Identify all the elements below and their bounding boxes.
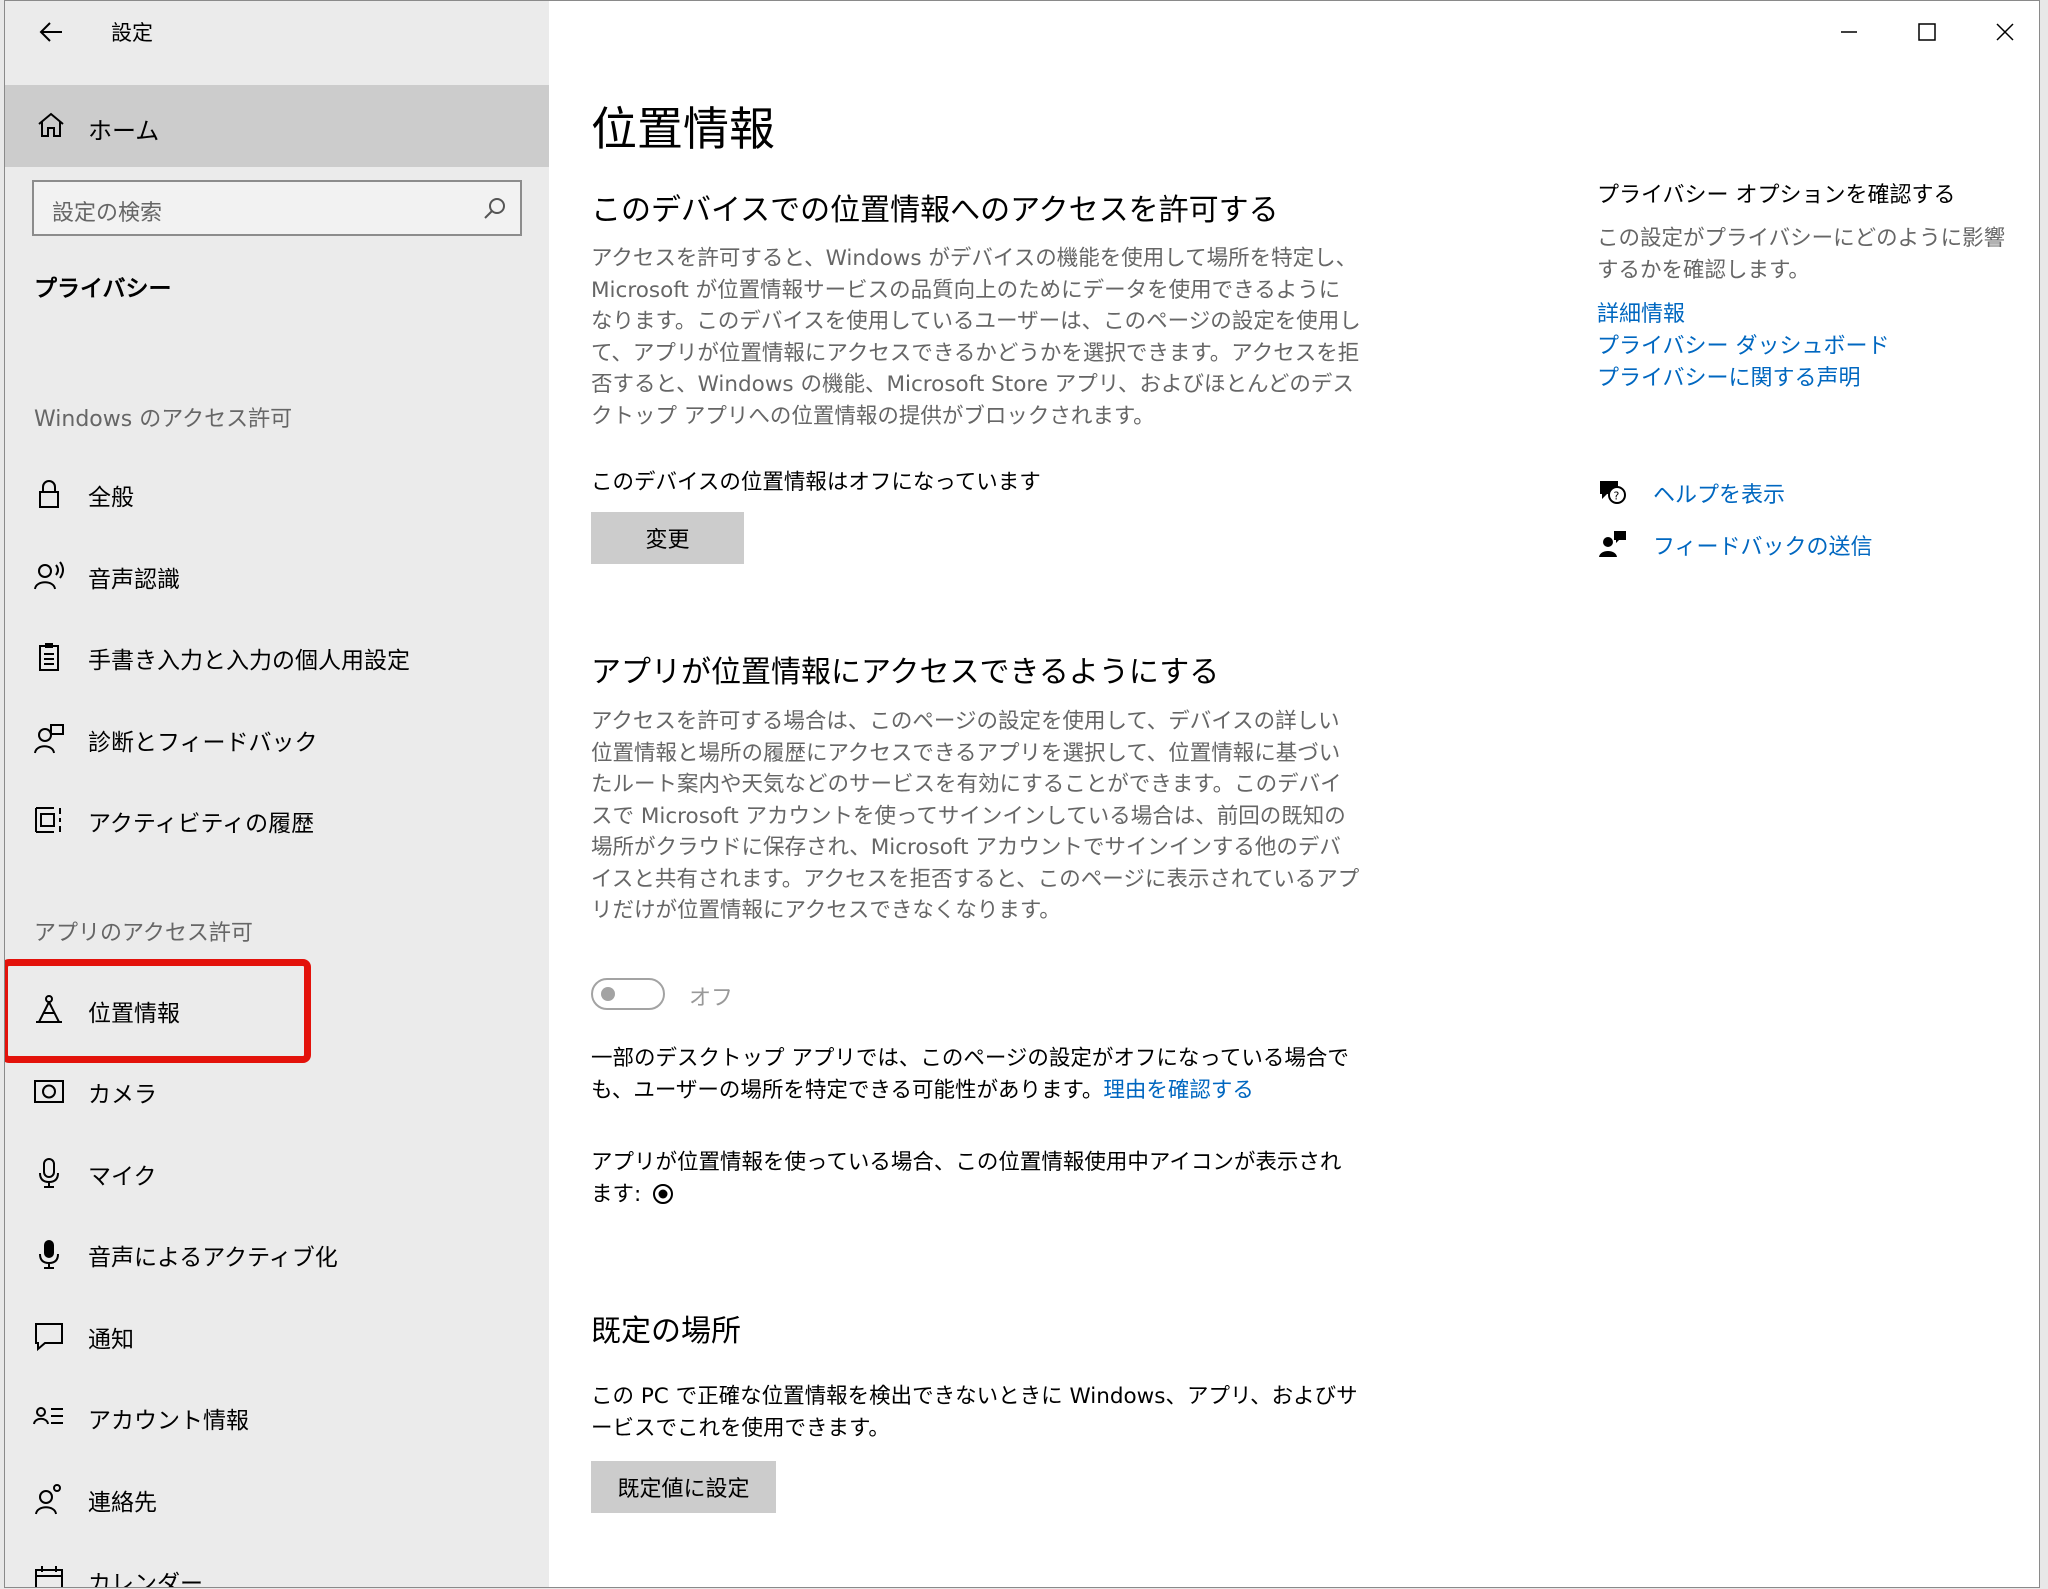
sidebar-item-general[interactable]: 全般 [5, 460, 549, 528]
set-default-button[interactable]: 既定値に設定 [591, 1461, 776, 1513]
device-access-description: アクセスを許可すると、Windows がデバイスの機能を使用して場所を特定し、M… [591, 246, 1361, 429]
more-info-link[interactable]: 詳細情報 [1597, 296, 1685, 328]
default-location-description: この PC で正確な位置情報を検出できないときに Windows、アプリ、および… [591, 1384, 1358, 1441]
sidebar-item-speech[interactable]: 音声認識 [5, 542, 549, 610]
page-title: 位置情報 [591, 102, 775, 156]
sidebar-item-label: 診断とフィードバック [88, 730, 318, 756]
help-chat-icon: ? [1600, 481, 1626, 504]
sidebar-item-label: 手書き入力と入力の個人用設定 [88, 648, 410, 674]
lock-icon [39, 480, 59, 508]
privacy-options-title: プライバシー オプションを確認する [1597, 183, 1956, 208]
calendar-icon [35, 1566, 63, 1587]
change-button[interactable]: 変更 [591, 512, 744, 564]
sidebar: 設定 ホーム 設定の検索 プライバシー Windows のアクセス許可 全般 音… [5, 1, 549, 1587]
device-location-status: このデバイスの位置情報はオフになっています [591, 470, 1041, 495]
toggle-knob [601, 987, 615, 1001]
location-icon-note: アプリが位置情報を使っている場合、この位置情報使用中アイコンが表示されます: [591, 1147, 1361, 1210]
sidebar-item-home[interactable]: ホーム [5, 85, 549, 167]
sidebar-item-inking[interactable]: 手書き入力と入力の個人用設定 [5, 623, 549, 691]
send-feedback-label: フィードバックの送信 [1653, 535, 1873, 560]
get-help-link[interactable]: ? ヘルプを表示 [1597, 475, 1997, 511]
sidebar-item-diagnostics[interactable]: 診断とフィードバック [5, 705, 549, 773]
sidebar-item-label: ホーム [88, 117, 160, 145]
group-label-windows: Windows のアクセス許可 [34, 407, 293, 432]
timeline-icon [35, 807, 61, 833]
privacy-options-description: この設定がプライバシーにどのように影響するかを確認します。 [1597, 226, 2006, 283]
sidebar-item-label: アクティビティの履歴 [88, 811, 315, 837]
search-placeholder: 設定の検索 [52, 201, 163, 226]
app-title: 設定 [111, 21, 153, 45]
sidebar-item-label: 全般 [88, 485, 134, 511]
sidebar-item-account-info[interactable]: アカウント情報 [5, 1383, 549, 1451]
section-title: プライバシー [34, 276, 172, 302]
location-icon-note-text: アプリが位置情報を使っている場合、この位置情報使用中アイコンが表示されます: [591, 1150, 1342, 1207]
app-location-toggle[interactable] [591, 978, 665, 1010]
back-arrow-icon [39, 22, 62, 42]
svg-text:?: ? [1614, 490, 1620, 503]
sidebar-item-label: カレンダー [88, 1571, 203, 1588]
sidebar-item-label: 音声によるアクティブ化 [88, 1245, 338, 1271]
default-location-heading: 既定の場所 [591, 1314, 741, 1349]
privacy-statement-link[interactable]: プライバシーに関する声明 [1597, 360, 1861, 392]
settings-window: 設定 ホーム 設定の検索 プライバシー Windows のアクセス許可 全般 音… [4, 0, 2040, 1588]
account-info-icon [33, 1407, 63, 1425]
get-help-label: ヘルプを表示 [1653, 483, 1786, 508]
sidebar-item-label: マイク [88, 1164, 157, 1190]
sidebar-item-label: 通知 [88, 1327, 134, 1353]
app-access-heading: アプリが位置情報にアクセスできるようにする [591, 655, 1220, 690]
learn-why-link[interactable]: 理由を確認する [1103, 1078, 1254, 1103]
home-icon [38, 112, 64, 137]
sidebar-item-label: 音声認識 [88, 567, 180, 593]
sidebar-item-activity-history[interactable]: アクティビティの履歴 [5, 786, 549, 854]
back-button[interactable] [31, 15, 71, 49]
sidebar-item-label: カメラ [88, 1082, 157, 1108]
contacts-icon [35, 1484, 61, 1515]
microphone-icon [39, 1158, 59, 1188]
camera-icon [34, 1080, 64, 1103]
sidebar-item-camera[interactable]: カメラ [5, 1057, 549, 1125]
clipboard-icon [39, 643, 59, 671]
voice-activation-icon [39, 1240, 59, 1269]
notification-icon [35, 1323, 63, 1352]
send-feedback-link[interactable]: フィードバックの送信 [1597, 527, 1997, 563]
sidebar-item-notifications[interactable]: 通知 [5, 1302, 549, 1370]
toggle-state-label: オフ [689, 986, 734, 1011]
app-access-description: アクセスを許可する場合は、このページの設定を使用して、デバイスの詳しい位置情報と… [591, 709, 1360, 923]
feedback-person-icon [34, 724, 64, 754]
sidebar-item-microphone[interactable]: マイク [5, 1139, 549, 1207]
sidebar-item-contacts[interactable]: 連絡先 [5, 1465, 549, 1533]
speech-icon [34, 561, 64, 590]
highlight-annotation [5, 959, 311, 1063]
location-in-use-icon [653, 1183, 674, 1204]
sidebar-item-voice-activation[interactable]: 音声によるアクティブ化 [5, 1220, 549, 1288]
search-input[interactable]: 設定の検索 [32, 180, 522, 236]
privacy-dashboard-link[interactable]: プライバシー ダッシュボード [1597, 328, 1890, 360]
desktop-apps-note: 一部のデスクトップ アプリでは、このページの設定がオフになっている場合でも、ユー… [591, 1043, 1361, 1106]
search-icon [484, 198, 505, 219]
sidebar-item-label: 連絡先 [88, 1490, 157, 1516]
group-label-apps: アプリのアクセス許可 [34, 921, 253, 946]
sidebar-item-calendar[interactable]: カレンダー [5, 1546, 549, 1588]
feedback-icon [1599, 531, 1626, 557]
device-access-heading: このデバイスでの位置情報へのアクセスを許可する [591, 193, 1279, 228]
main-content: 位置情報 このデバイスでの位置情報へのアクセスを許可する アクセスを許可すると、… [549, 1, 2039, 1587]
sidebar-item-label: アカウント情報 [88, 1408, 249, 1434]
